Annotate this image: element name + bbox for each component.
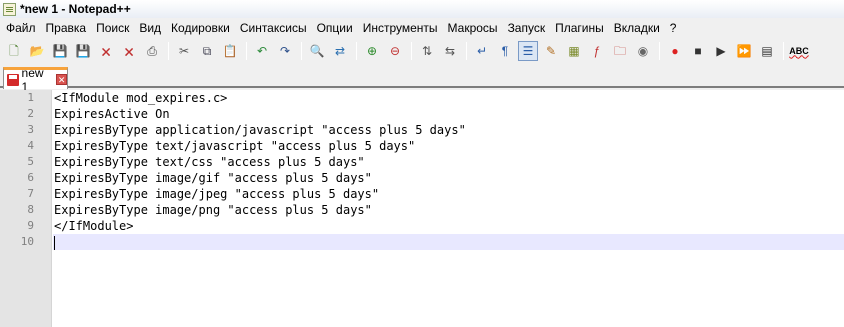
menu-item[interactable]: ? xyxy=(665,18,682,38)
redo-icon[interactable]: ↷ xyxy=(275,41,295,61)
cut-icon[interactable]: ✂ xyxy=(174,41,194,61)
code-line-text: </IfModule> xyxy=(54,219,134,233)
line-number-gutter: 1 2 3 4 5 6 7 8 9 10 xyxy=(0,90,52,327)
stop-record-icon[interactable]: ■ xyxy=(688,41,708,61)
toolbar-separator xyxy=(466,42,467,60)
code-line-text: <IfModule mod_expires.c> xyxy=(54,91,228,105)
save-icon[interactable]: 💾 xyxy=(50,41,70,61)
toolbar-separator xyxy=(659,42,660,60)
open-file-icon[interactable]: 📂 xyxy=(27,41,47,61)
toolbar-separator xyxy=(168,42,169,60)
code-line-text: ExpiresByType application/javascript "ac… xyxy=(54,123,466,137)
code-line[interactable]: </IfModule> xyxy=(53,218,844,234)
code-line[interactable] xyxy=(53,234,844,250)
undo-icon[interactable]: ↶ xyxy=(252,41,272,61)
user-defined-language-icon[interactable]: ✎ xyxy=(541,41,561,61)
code-line-text: ExpiresByType image/png "access plus 5 d… xyxy=(54,203,372,217)
sync-horizontal-icon[interactable]: ⇆ xyxy=(440,41,460,61)
code-line[interactable]: ExpiresByType application/javascript "ac… xyxy=(53,122,844,138)
function-list-icon[interactable]: ƒ xyxy=(587,41,607,61)
line-number: 10 xyxy=(20,235,34,248)
code-line-text: ExpiresByType image/jpeg "access plus 5 … xyxy=(54,187,380,201)
unsaved-file-icon xyxy=(7,73,19,86)
line-number: 1 xyxy=(27,91,34,104)
paste-icon[interactable]: 📋 xyxy=(220,41,240,61)
close-tab-icon[interactable]: ✕ xyxy=(56,74,67,85)
code-line[interactable]: ExpiresByType image/gif "access plus 5 d… xyxy=(53,170,844,186)
line-number: 2 xyxy=(27,107,34,120)
toolbar-separator xyxy=(246,42,247,60)
menu-item[interactable]: Вид xyxy=(134,18,166,38)
code-area[interactable]: <IfModule mod_expires.c> ExpiresActive On… xyxy=(53,90,844,250)
monitoring-icon[interactable]: ◉ xyxy=(633,41,653,61)
replace-icon[interactable]: ⇄ xyxy=(330,41,350,61)
code-line[interactable]: ExpiresByType image/jpeg "access plus 5 … xyxy=(53,186,844,202)
code-line[interactable]: ExpiresByType image/png "access plus 5 d… xyxy=(53,202,844,218)
line-number: 9 xyxy=(27,219,34,232)
line-number: 6 xyxy=(27,171,34,184)
new-file-icon[interactable]: 🗋 xyxy=(4,41,24,61)
toolbar-separator xyxy=(783,42,784,60)
notepad-plus-plus-icon xyxy=(3,2,16,16)
tab-bar: new 1 ✕ xyxy=(0,64,844,94)
save-macro-icon[interactable]: ▤ xyxy=(757,41,777,61)
zoom-in-icon[interactable]: ⊕ xyxy=(362,41,382,61)
text-caret xyxy=(54,235,55,250)
spellcheck-icon[interactable]: ABC xyxy=(789,41,809,61)
menu-item[interactable]: Вкладки xyxy=(609,18,665,38)
line-number: 8 xyxy=(27,203,34,216)
save-all-icon[interactable]: 💾 xyxy=(73,41,93,61)
toolbar-separator xyxy=(411,42,412,60)
title-bar: *new 1 - Notepad++ xyxy=(0,0,844,18)
close-icon[interactable]: 🗙 xyxy=(96,41,116,61)
line-number: 3 xyxy=(27,123,34,136)
close-all-icon[interactable]: 🗙 xyxy=(119,41,139,61)
code-line-text: ExpiresByType text/css "access plus 5 da… xyxy=(54,155,365,169)
menu-item[interactable]: Инструменты xyxy=(358,18,443,38)
editor[interactable]: 1 2 3 4 5 6 7 8 9 10 <IfModule mod_expires.c> Expi… xyxy=(0,90,844,327)
line-number: 7 xyxy=(27,187,34,200)
code-line-text: ExpiresActive On xyxy=(54,107,170,121)
record-macro-icon[interactable]: ● xyxy=(665,41,685,61)
find-icon[interactable]: 🔍 xyxy=(307,41,327,61)
toolbar-separator xyxy=(301,42,302,60)
play-macro-icon[interactable]: ▶ xyxy=(711,41,731,61)
menu-item[interactable]: Макросы xyxy=(443,18,503,38)
word-wrap-icon[interactable]: ↵ xyxy=(472,41,492,61)
doc-map-icon[interactable]: ▦ xyxy=(564,41,584,61)
menu-item[interactable]: Плагины xyxy=(550,18,609,38)
menu-item[interactable]: Синтаксисы xyxy=(235,18,312,38)
menu-item[interactable]: Кодировки xyxy=(166,18,235,38)
code-line[interactable]: <IfModule mod_expires.c> xyxy=(53,90,844,106)
run-macro-multiple-icon[interactable]: ⏩ xyxy=(734,41,754,61)
menu-item[interactable]: Запуск xyxy=(503,18,551,38)
tab-new-1[interactable]: new 1 ✕ xyxy=(3,66,68,94)
toolbar: 🗋 📂 💾 💾 🗙 🗙 ⎙ ✂ ⧉ 📋 ↶ ↷ 🔍 ⇄ ⊕ ⊖ ⇅ ⇆ ↵ ¶ ☰ ✎ ▦ ƒ 🗀 ◉ ● ■ ▶ ⏩ ▤ ABC xyxy=(0,38,844,64)
menu-item[interactable]: Опции xyxy=(312,18,358,38)
code-line-text: ExpiresByType image/gif "access plus 5 d… xyxy=(54,171,372,185)
zoom-out-icon[interactable]: ⊖ xyxy=(385,41,405,61)
folder-workspace-icon[interactable]: 🗀 xyxy=(610,41,630,61)
toolbar-separator xyxy=(356,42,357,60)
menu-item[interactable]: Правка xyxy=(41,18,92,38)
show-all-chars-icon[interactable]: ¶ xyxy=(495,41,515,61)
menu-bar: Файл Правка Поиск Вид Кодировки Синтаксисы Опц… xyxy=(0,18,844,38)
menu-item[interactable]: Поиск xyxy=(91,18,134,38)
copy-icon[interactable]: ⧉ xyxy=(197,41,217,61)
code-line[interactable]: ExpiresByType text/css "access plus 5 da… xyxy=(53,154,844,170)
indent-guide-icon[interactable]: ☰ xyxy=(518,41,538,61)
menu-item[interactable]: Файл xyxy=(0,18,41,38)
code-line[interactable]: ExpiresByType text/javascript "access pl… xyxy=(53,138,844,154)
print-icon[interactable]: ⎙ xyxy=(142,41,162,61)
line-number: 5 xyxy=(27,155,34,168)
line-number: 4 xyxy=(27,139,34,152)
code-line[interactable]: ExpiresActive On xyxy=(53,106,844,122)
window-title: *new 1 - Notepad++ xyxy=(20,2,131,16)
code-line-text: ExpiresByType text/javascript "access pl… xyxy=(54,139,416,153)
sync-vertical-icon[interactable]: ⇅ xyxy=(417,41,437,61)
